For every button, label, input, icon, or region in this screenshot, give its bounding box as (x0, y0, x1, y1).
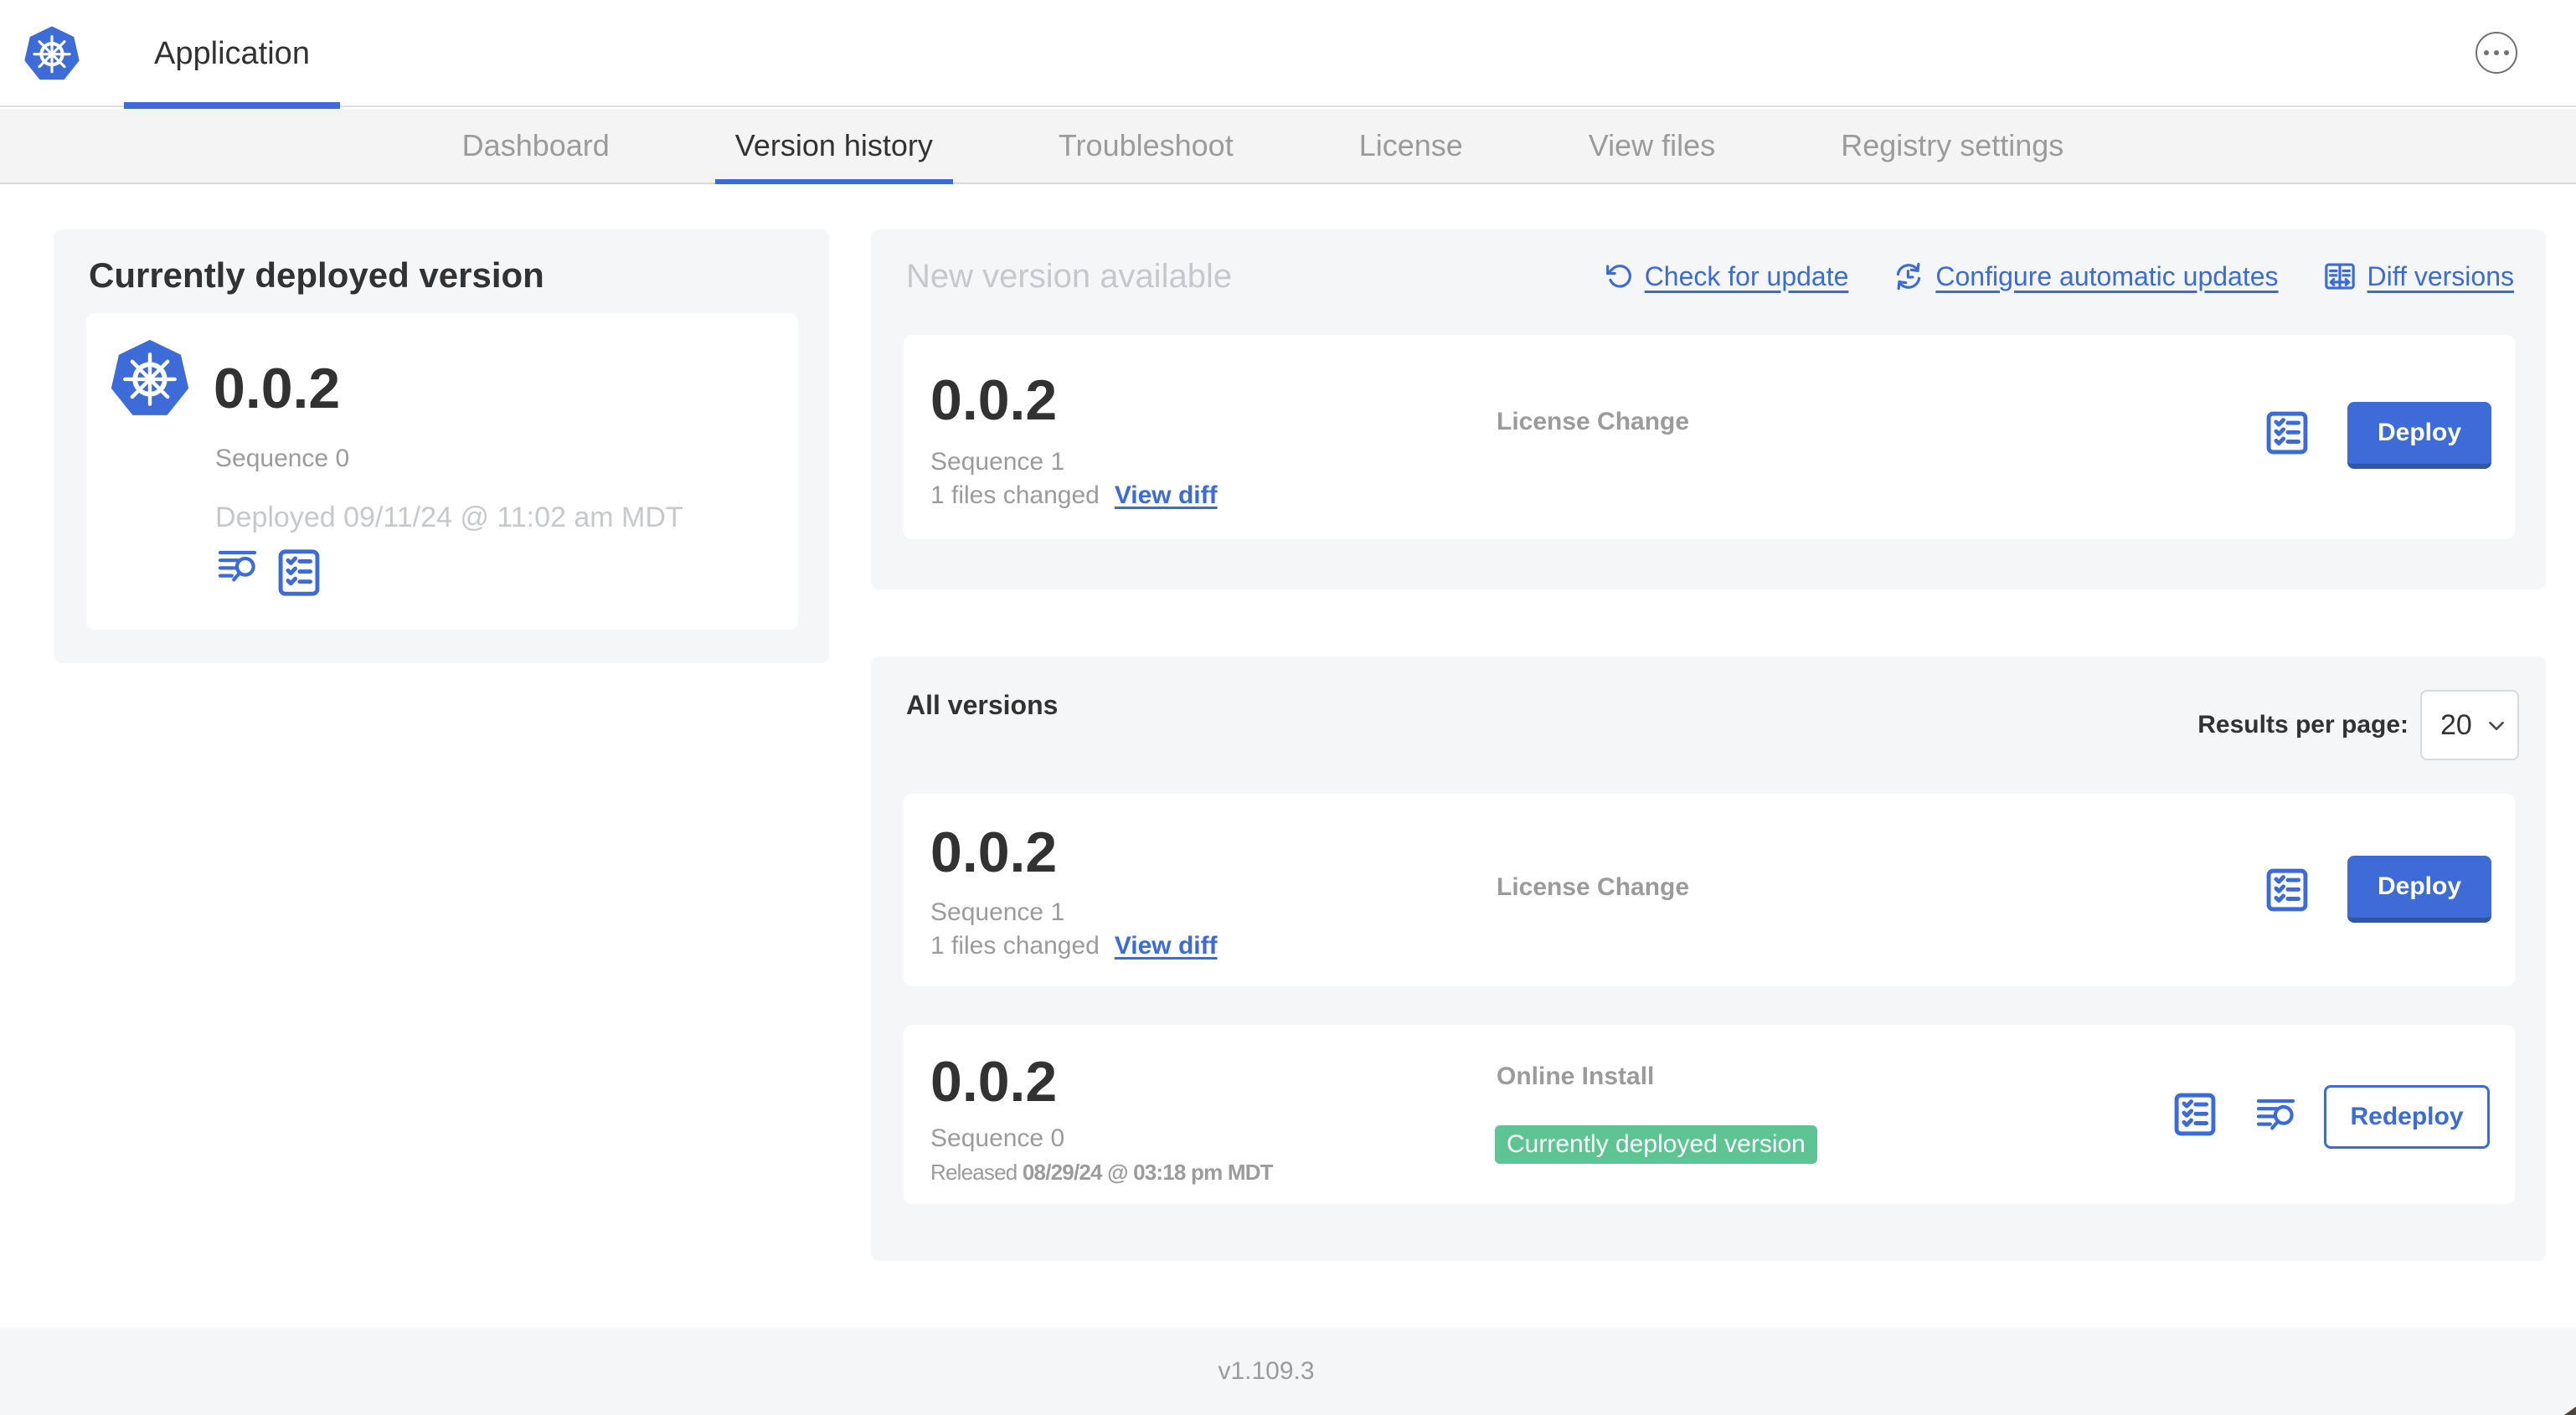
files-changed-line: 1 files changed View diff (930, 929, 1218, 963)
deployed-sequence: Sequence 0 (215, 445, 350, 472)
view-logs-icon[interactable] (215, 546, 260, 586)
version-source: Online Install (1497, 1063, 1655, 1090)
configure-automatic-updates-label: Configure automatic updates (1935, 260, 2279, 291)
check-for-update-label: Check for update (1644, 260, 1849, 291)
redeploy-button[interactable]: Redeploy (2324, 1085, 2490, 1149)
all-versions-heading: All versions (906, 690, 1059, 720)
deployed-panel-heading: Currently deployed version (89, 255, 544, 295)
update-actions: Check for update Configure automatic upd… (1605, 255, 2514, 298)
nav-item-application[interactable]: Application (124, 0, 340, 109)
diff-versions-link[interactable]: Diff versions (2324, 260, 2514, 292)
tab-label: Version history (734, 128, 933, 162)
ellipsis-dot (2483, 49, 2490, 56)
new-version-heading: New version available (906, 258, 1233, 295)
tab-registry-settings[interactable]: Registry settings (1821, 109, 2084, 183)
files-changed-line: 1 files changed View diff (930, 479, 1218, 512)
new-version-panel: New version available Check for update C… (871, 229, 2546, 589)
version-row: 0.0.2 Sequence 0 Released 08/29/24 @ 03:… (904, 1025, 2515, 1204)
deployed-timestamp: Deployed 09/11/24 @ 11:02 am MDT (215, 502, 683, 533)
ellipsis-dot (2493, 49, 2500, 56)
released-date: 08/29/24 @ 03:18 pm MDT (1022, 1160, 1274, 1185)
diff-versions-label: Diff versions (2367, 260, 2514, 291)
tab-license[interactable]: License (1339, 109, 1483, 183)
ellipsis-dot (2503, 49, 2510, 56)
tab-label: Troubleshoot (1058, 128, 1234, 162)
deploy-button[interactable]: Deploy (2347, 856, 2491, 923)
version-source: License Change (1497, 873, 1690, 901)
version-number: 0.0.2 (930, 368, 1058, 432)
tab-dashboard[interactable]: Dashboard (442, 109, 630, 183)
deployed-version-number: 0.0.2 (214, 357, 341, 420)
tab-view-files[interactable]: View files (1569, 109, 1735, 183)
tab-label: License (1358, 128, 1463, 162)
corner-artifact (2564, 1407, 2576, 1415)
deployed-version-card: 0.0.2 Sequence 0 Deployed 09/11/24 @ 11:… (86, 313, 798, 630)
configure-automatic-updates-link[interactable]: Configure automatic updates (1893, 260, 2279, 292)
preflight-checks-icon[interactable] (2264, 409, 2311, 457)
app-tabbar: Dashboard Version history Troubleshoot L… (0, 109, 2576, 184)
version-sequence: Sequence 1 (930, 898, 1065, 926)
top-navbar: Application (0, 0, 2576, 109)
application-label: Application (154, 35, 310, 71)
preflight-checks-icon[interactable] (2172, 1090, 2218, 1139)
released-label: Released (930, 1160, 1023, 1185)
chevron-down-icon (2489, 721, 2504, 731)
app-kubernetes-icon (108, 338, 192, 419)
console-version: v1.109.3 (1218, 1357, 1315, 1385)
tab-label: View files (1588, 128, 1716, 162)
tab-version-history[interactable]: Version history (714, 109, 954, 184)
auto-update-schedule-icon (1897, 262, 1921, 291)
version-sequence: Sequence 0 (930, 1124, 1065, 1152)
version-number: 0.0.2 (930, 821, 1058, 884)
files-changed-label: 1 files changed (930, 932, 1100, 960)
preflight-checks-icon[interactable] (276, 546, 322, 599)
tab-troubleshoot[interactable]: Troubleshoot (1038, 109, 1254, 183)
overflow-menu-button[interactable] (2476, 32, 2517, 74)
deploy-button[interactable]: Deploy (2347, 402, 2491, 469)
tab-label: Dashboard (461, 128, 610, 162)
results-per-page-select[interactable]: 20 (2420, 690, 2519, 760)
kubernetes-logo-icon (23, 25, 80, 82)
version-source: License Change (1497, 408, 1690, 435)
new-version-card: 0.0.2 Sequence 1 1 files changed View dif… (904, 335, 2515, 539)
admin-console-page: Application Dashboard Version history Tr… (0, 0, 2576, 1415)
view-logs-icon[interactable] (2254, 1094, 2299, 1135)
preflight-checks-icon[interactable] (2264, 866, 2311, 914)
version-sequence: Sequence 1 (930, 448, 1065, 476)
view-diff-link[interactable]: View diff (1115, 481, 1218, 509)
check-for-update-link[interactable]: Check for update (1605, 260, 1849, 292)
currently-deployed-badge: Currently deployed version (1495, 1125, 1817, 1164)
main-content: Currently deployed version 0.0.2 Sequenc… (0, 184, 2576, 1328)
tab-label: Registry settings (1841, 128, 2064, 162)
currently-deployed-panel: Currently deployed version 0.0.2 Sequenc… (54, 229, 829, 663)
version-number: 0.0.2 (930, 1050, 1058, 1114)
refresh-icon (1605, 265, 1631, 288)
files-changed-label: 1 files changed (930, 481, 1100, 509)
diff-versions-icon (2324, 263, 2355, 290)
version-row: 0.0.2 Sequence 1 1 files changed View dif… (904, 794, 2515, 986)
view-diff-link[interactable]: View diff (1115, 932, 1218, 960)
results-per-page-label: Results per page: (2197, 711, 2409, 738)
released-timestamp: Released 08/29/24 @ 03:18 pm MDT (930, 1157, 1274, 1187)
page-footer: v1.109.3 (0, 1328, 2576, 1415)
active-app-underline (124, 102, 340, 109)
all-versions-panel: All versions Results per page: 20 0.0.2 … (871, 656, 2546, 1261)
results-per-page-value: 20 (2440, 708, 2472, 741)
